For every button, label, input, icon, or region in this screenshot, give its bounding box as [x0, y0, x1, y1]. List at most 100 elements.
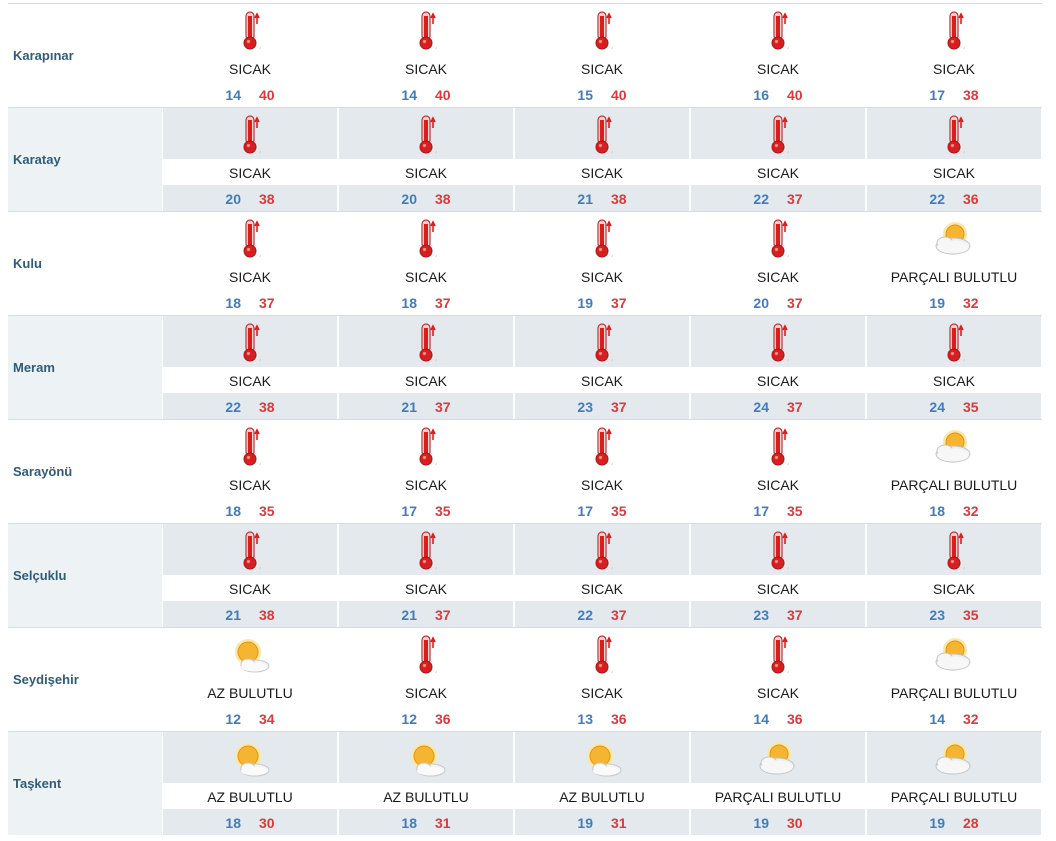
forecast-cell: SICAK 12 36: [339, 627, 513, 731]
district-row: Seydişehir AZ BULUTLU 12 34 SICAK 12 36 SI…: [8, 627, 1042, 731]
condition-label: SICAK: [580, 165, 623, 181]
high-temp: 31: [435, 815, 451, 831]
condition-label: SICAK: [404, 581, 447, 597]
high-temp: 35: [435, 503, 451, 519]
high-temp: 37: [611, 399, 627, 415]
condition-label: PARÇALI BULUTLU: [890, 477, 1018, 493]
high-temp: 28: [963, 815, 979, 831]
condition-label: SICAK: [228, 269, 271, 285]
forecast-cell: SICAK 14 40: [339, 3, 513, 107]
forecast-cell: SICAK 20 37: [691, 211, 865, 315]
high-temp: 37: [435, 607, 451, 623]
forecast-cell: AZ BULUTLU 12 34: [163, 627, 337, 731]
high-temp: 37: [787, 399, 803, 415]
thermometer-icon: [579, 322, 625, 364]
low-temp: 19: [753, 815, 769, 831]
district-name[interactable]: Karatay: [8, 107, 162, 211]
district-name[interactable]: Sarayönü: [8, 419, 162, 523]
forecast-cell: PARÇALI BULUTLU 14 32: [867, 627, 1041, 731]
high-temp: 38: [259, 607, 275, 623]
condition-label: SICAK: [932, 165, 975, 181]
district-row: Taşkent AZ BULUTLU 18 30 AZ BULUTLU 18 31 …: [8, 731, 1042, 835]
condition-label: AZ BULUTLU: [207, 789, 293, 805]
forecast-cell: PARÇALI BULUTLU 19 28: [867, 731, 1041, 835]
low-temp: 14: [225, 87, 241, 103]
condition-label: SICAK: [580, 477, 623, 493]
row-divider: [8, 315, 1042, 316]
high-temp: 32: [963, 711, 979, 727]
forecast-cell: SICAK 13 36: [515, 627, 689, 731]
low-temp: 14: [929, 711, 945, 727]
thermometer-icon: [755, 114, 801, 156]
forecast-cell: SICAK 22 37: [515, 523, 689, 627]
low-temp: 20: [753, 295, 769, 311]
row-divider: [8, 627, 1042, 628]
thermometer-icon: [227, 530, 273, 572]
high-temp: 36: [963, 191, 979, 207]
district-name[interactable]: Karapınar: [8, 3, 162, 107]
thermometer-icon: [755, 426, 801, 468]
low-temp: 18: [225, 815, 241, 831]
district-name[interactable]: Meram: [8, 315, 162, 419]
condition-label: SICAK: [228, 61, 271, 77]
mostly-sunny-icon: [403, 738, 449, 780]
low-temp: 24: [753, 399, 769, 415]
condition-label: SICAK: [756, 373, 799, 389]
forecast-cell: SICAK 23 35: [867, 523, 1041, 627]
thermometer-icon: [579, 114, 625, 156]
condition-label: SICAK: [756, 685, 799, 701]
thermometer-icon: [755, 634, 801, 676]
forecast-cell: SICAK 21 37: [339, 315, 513, 419]
district-row: Selçuklu SICAK 21 38 SICAK 21 37 SICAK 22 3…: [8, 523, 1042, 627]
row-divider: [8, 523, 1042, 524]
forecast-cell: SICAK 24 35: [867, 315, 1041, 419]
condition-label: PARÇALI BULUTLU: [890, 789, 1018, 805]
mostly-sunny-icon: [227, 738, 273, 780]
forecast-cell: SICAK 21 38: [515, 107, 689, 211]
district-name[interactable]: Selçuklu: [8, 523, 162, 627]
partly-cloudy-icon: [755, 738, 801, 780]
district-name[interactable]: Seydişehir: [8, 627, 162, 731]
district-name[interactable]: Kulu: [8, 211, 162, 315]
forecast-cell: SICAK 17 35: [691, 419, 865, 523]
condition-label: AZ BULUTLU: [559, 789, 645, 805]
forecast-cell: SICAK 17 35: [339, 419, 513, 523]
condition-label: SICAK: [228, 165, 271, 181]
condition-label: PARÇALI BULUTLU: [890, 269, 1018, 285]
condition-label: SICAK: [404, 269, 447, 285]
thermometer-icon: [755, 10, 801, 52]
high-temp: 32: [963, 503, 979, 519]
low-temp: 19: [577, 295, 593, 311]
district-row: Kulu SICAK 18 37 SICAK 18 37 SICAK 19 37 SI…: [8, 211, 1042, 315]
low-temp: 19: [929, 295, 945, 311]
thermometer-icon: [227, 10, 273, 52]
low-temp: 12: [401, 711, 417, 727]
condition-label: AZ BULUTLU: [207, 685, 293, 701]
forecast-cell: SICAK 14 36: [691, 627, 865, 731]
forecast-cell: SICAK 22 36: [867, 107, 1041, 211]
high-temp: 40: [435, 87, 451, 103]
low-temp: 22: [225, 399, 241, 415]
forecast-cell: PARÇALI BULUTLU 18 32: [867, 419, 1041, 523]
forecast-cell: SICAK 16 40: [691, 3, 865, 107]
condition-label: SICAK: [756, 269, 799, 285]
condition-label: SICAK: [404, 477, 447, 493]
low-temp: 23: [929, 607, 945, 623]
low-temp: 20: [401, 191, 417, 207]
low-temp: 24: [929, 399, 945, 415]
thermometer-icon: [931, 322, 977, 364]
district-name[interactable]: Taşkent: [8, 731, 162, 835]
forecast-cell: SICAK 18 37: [163, 211, 337, 315]
forecast-cell: SICAK 14 40: [163, 3, 337, 107]
forecast-cell: SICAK 22 38: [163, 315, 337, 419]
high-temp: 37: [435, 399, 451, 415]
thermometer-icon: [403, 530, 449, 572]
mostly-sunny-icon: [227, 634, 273, 676]
thermometer-icon: [403, 114, 449, 156]
high-temp: 30: [259, 815, 275, 831]
low-temp: 17: [929, 87, 945, 103]
high-temp: 40: [787, 87, 803, 103]
low-temp: 18: [929, 503, 945, 519]
low-temp: 17: [753, 503, 769, 519]
row-divider: [8, 731, 1042, 732]
